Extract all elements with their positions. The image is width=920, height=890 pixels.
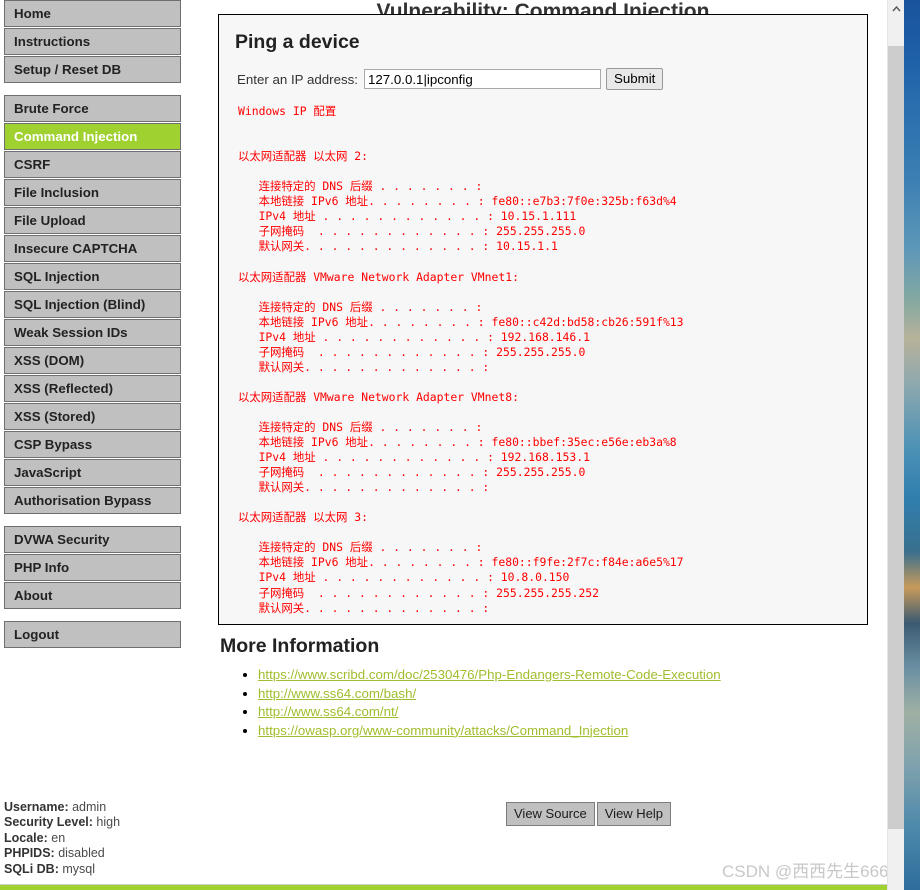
list-item: http://www.ss64.com/bash/ [258,685,868,703]
screen: Home Instructions Setup / Reset DB Brute… [0,0,920,890]
system-info-row-locale: Locale: en [4,831,120,846]
sidebar-item-instructions[interactable]: Instructions [4,28,181,55]
sidebar-item-xss-reflected[interactable]: XSS (Reflected) [4,375,181,402]
sidebar-item-csrf[interactable]: CSRF [4,151,181,178]
system-info-row-username: Username: admin [4,800,120,815]
web-page: Home Instructions Setup / Reset DB Brute… [0,0,903,890]
scroll-up-button[interactable] [888,0,904,17]
sidebar-group-meta: DVWA Security PHP Info About [0,526,185,609]
system-info-row-sqli-db: SQLi DB: mysql [4,862,120,877]
sidebar: Home Instructions Setup / Reset DB Brute… [0,0,185,878]
ip-address-label: Enter an IP address: [237,71,358,87]
sidebar-item-sql-injection-blind[interactable]: SQL Injection (Blind) [4,291,181,318]
section-heading-ping-a-device: Ping a device [235,31,360,53]
sidebar-item-sql-injection[interactable]: SQL Injection [4,263,181,290]
ip-address-input[interactable] [363,69,601,89]
system-info-label-username: Username: [4,800,69,814]
sidebar-item-setup-reset-db[interactable]: Setup / Reset DB [4,56,181,83]
system-info-value-username: admin [72,800,107,814]
more-info-link-owasp[interactable]: https://owasp.org/www-community/attacks/… [258,723,628,738]
sidebar-item-about[interactable]: About [4,582,181,609]
sidebar-group-primary: Home Instructions Setup / Reset DB [0,0,185,83]
system-info-row-phpids: PHPIDS: disabled [4,846,120,861]
sidebar-group-session: Logout [0,621,185,648]
system-info-value-security-level: high [96,815,121,830]
page-title: Vulnerability: Command Injection [376,0,710,15]
system-info-label-sqli-db: SQLi DB: [4,861,59,876]
sidebar-item-file-upload[interactable]: File Upload [4,207,181,234]
watermark: CSDN @西西先生666 [722,862,889,881]
sidebar-item-home[interactable]: Home [4,0,181,27]
system-info: Username: admin Security Level: high Loc… [4,800,120,877]
ping-form: Enter an IP address: Submit [237,68,853,90]
sidebar-item-php-info[interactable]: PHP Info [4,554,181,581]
submit-button[interactable]: Submit [605,68,664,90]
vertical-scrollbar[interactable] [887,0,904,890]
system-info-value-sqli-db: mysql [62,861,95,876]
sidebar-item-csp-bypass[interactable]: CSP Bypass [4,431,181,458]
sidebar-item-logout[interactable]: Logout [4,621,181,648]
sidebar-item-xss-dom[interactable]: XSS (DOM) [4,347,181,374]
sidebar-item-dvwa-security[interactable]: DVWA Security [4,526,181,553]
sidebar-item-javascript[interactable]: JavaScript [4,459,181,486]
system-info-value-phpids: disabled [58,846,105,861]
more-information-list: https://www.scribd.com/doc/2530476/Php-E… [218,666,868,740]
more-information-section: More Information https://www.scribd.com/… [218,635,868,740]
system-info-label-phpids: PHPIDS: [4,846,55,861]
view-source-button[interactable]: View Source [506,802,595,826]
sidebar-item-weak-session-ids[interactable]: Weak Session IDs [4,319,181,346]
list-item: https://www.scribd.com/doc/2530476/Php-E… [258,666,868,684]
scrollbar-thumb[interactable] [888,46,904,829]
sidebar-item-insecure-captcha[interactable]: Insecure CAPTCHA [4,235,181,262]
command-output: Windows IP 配置 以太网适配器 以太网 2: 连接特定的 DNS 后缀… [238,104,684,615]
sidebar-item-xss-stored[interactable]: XSS (Stored) [4,403,181,430]
more-info-link-scribd[interactable]: https://www.scribd.com/doc/2530476/Php-E… [258,667,721,682]
sidebar-item-authorisation-bypass[interactable]: Authorisation Bypass [4,487,181,514]
list-item: https://owasp.org/www-community/attacks/… [258,722,868,740]
sidebar-group-vulnerabilities: Brute Force Command Injection CSRF File … [0,95,185,514]
vulnerability-panel: Ping a device Enter an IP address: Submi… [218,14,868,625]
system-info-label-locale: Locale: [4,830,48,845]
chevron-up-icon [891,5,901,11]
action-buttons: View Source View Help [506,802,672,826]
more-information-heading: More Information [220,635,380,657]
system-info-value-locale: en [51,830,66,845]
system-info-row-security-level: Security Level: high [4,815,120,830]
system-info-label-security-level: Security Level: [4,815,93,830]
bottom-accent-rule [0,884,903,890]
sidebar-item-brute-force[interactable]: Brute Force [4,95,181,122]
desktop-wallpaper [904,0,920,890]
more-info-link-ss64-nt[interactable]: http://www.ss64.com/nt/ [258,704,398,719]
sidebar-item-command-injection[interactable]: Command Injection [4,123,181,150]
view-help-button[interactable]: View Help [596,802,672,826]
more-info-link-ss64-bash[interactable]: http://www.ss64.com/bash/ [258,686,416,701]
sidebar-item-file-inclusion[interactable]: File Inclusion [4,179,181,206]
list-item: http://www.ss64.com/nt/ [258,703,868,721]
